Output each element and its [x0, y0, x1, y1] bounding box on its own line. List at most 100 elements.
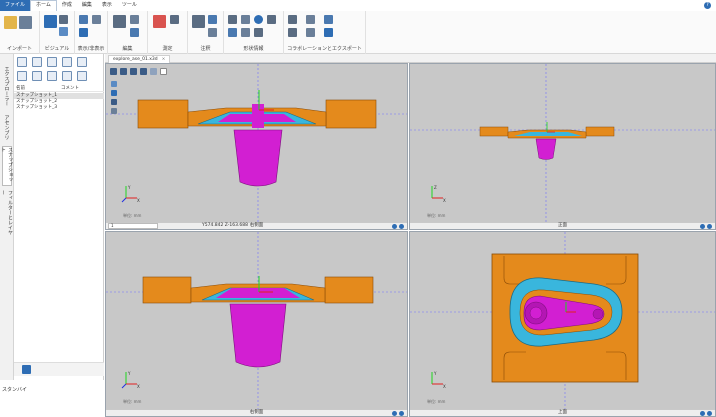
- snapshot-add-icon[interactable]: [17, 57, 27, 67]
- display-mode-icon[interactable]: [130, 68, 137, 75]
- section-tool-icon[interactable]: [150, 68, 157, 75]
- menu-create[interactable]: 作成: [57, 0, 77, 11]
- camera-view-icon[interactable]: [120, 68, 127, 75]
- menu-file[interactable]: ファイル: [0, 0, 31, 11]
- show-icon[interactable]: [79, 15, 88, 24]
- prev-view-icon[interactable]: [392, 411, 397, 416]
- wireframe-icon[interactable]: [59, 15, 68, 24]
- tab-snapshot[interactable]: スナップショット: [0, 146, 13, 186]
- distance-icon[interactable]: [170, 15, 179, 24]
- left-dock-tabs: エクスプローラー アセンブリ スナップショット フィルターとレイヤー: [0, 54, 14, 380]
- snapshot-settings-icon[interactable]: [77, 57, 87, 67]
- delete-icon[interactable]: [113, 15, 126, 28]
- snapshot-delete-icon[interactable]: [47, 57, 57, 67]
- viewport-top-right[interactable]: Z X 単位: mm 正面: [409, 63, 716, 230]
- section-icon[interactable]: [228, 15, 237, 24]
- hide-icon[interactable]: [92, 15, 101, 24]
- view-nav: [700, 411, 712, 416]
- view-name: 右側面: [249, 223, 264, 228]
- prev-view-icon[interactable]: [700, 224, 705, 229]
- snapshot-play-icon[interactable]: [47, 71, 57, 81]
- check-icon[interactable]: [228, 28, 237, 37]
- snapshot-export-icon[interactable]: [62, 71, 72, 81]
- next-view-icon[interactable]: [399, 224, 404, 229]
- part-section-view: [106, 64, 407, 224]
- snapshot-combo[interactable]: 1: [108, 223, 158, 229]
- isolate-icon[interactable]: [79, 28, 88, 37]
- axis-label-y: Y: [127, 185, 131, 190]
- properties-icon[interactable]: [241, 15, 250, 24]
- viewport-footer: 右側面: [106, 409, 407, 416]
- menu-home[interactable]: ホーム: [30, 0, 57, 11]
- mass-icon[interactable]: [241, 28, 250, 37]
- axis-label-z: Z: [434, 185, 437, 190]
- view-name: 正面: [558, 223, 567, 228]
- fit-icon[interactable]: [111, 90, 117, 96]
- next-view-icon[interactable]: [707, 224, 712, 229]
- publish-icon[interactable]: [288, 28, 297, 37]
- folder-icon[interactable]: [22, 365, 31, 374]
- ribbon-group-label: 形状情報: [243, 46, 264, 52]
- axis-label-y: Y: [127, 371, 131, 376]
- hand-icon[interactable]: [111, 81, 117, 87]
- combo-value: 1: [111, 223, 114, 228]
- shading-icon[interactable]: [44, 15, 57, 28]
- unit-label: 単位: mm: [427, 399, 446, 404]
- menu-tools[interactable]: ツール: [117, 0, 142, 11]
- column-name: 名前: [16, 86, 25, 91]
- list-item[interactable]: スナップショット_3: [14, 105, 104, 111]
- blank-icon[interactable]: [160, 68, 167, 75]
- column-comment: コメント: [61, 86, 79, 91]
- menu-icon[interactable]: [110, 68, 117, 75]
- export-icon[interactable]: [324, 15, 333, 24]
- import-icon[interactable]: [19, 16, 32, 29]
- move-icon[interactable]: [130, 28, 139, 37]
- part-side-view: [106, 232, 407, 410]
- snapshot-update-icon[interactable]: [32, 57, 42, 67]
- info-icon[interactable]: [254, 15, 263, 24]
- ribbon-group-label: 編集: [122, 46, 133, 52]
- prev-view-icon[interactable]: [700, 411, 705, 416]
- next-view-icon[interactable]: [399, 411, 404, 416]
- help-icon[interactable]: ?: [704, 2, 711, 9]
- zoom-icon[interactable]: [111, 99, 117, 105]
- menu-view[interactable]: 表示: [97, 0, 117, 11]
- snapshot-panel: 名前 コメント スナップショット_1 スナップショット_2 スナップショット_3: [14, 54, 104, 380]
- snapshot-view-icon[interactable]: [77, 71, 87, 81]
- camera-icon[interactable]: [306, 15, 315, 24]
- snapshot-down-icon[interactable]: [32, 71, 42, 81]
- view-nav: [392, 411, 404, 416]
- axis-triad-icon: Z X: [431, 185, 446, 203]
- copy-icon[interactable]: [130, 15, 139, 24]
- next-view-icon[interactable]: [707, 411, 712, 416]
- move-icon[interactable]: [111, 108, 117, 114]
- interference-icon[interactable]: [254, 28, 263, 37]
- snapshot-up-icon[interactable]: [17, 71, 27, 81]
- note-icon[interactable]: [208, 15, 217, 24]
- annotation-icon[interactable]: [192, 15, 205, 28]
- compare-icon[interactable]: [267, 15, 276, 24]
- share-icon[interactable]: [288, 15, 297, 24]
- snapshot-rename-icon[interactable]: [62, 57, 72, 67]
- view-name: 右側面: [249, 410, 264, 415]
- report-icon[interactable]: [324, 28, 333, 37]
- close-icon[interactable]: ×: [162, 57, 166, 62]
- tab-assembly[interactable]: アセンブリ: [2, 110, 12, 144]
- menu-edit[interactable]: 編集: [77, 0, 97, 11]
- tab-explorer[interactable]: エクスプローラー: [2, 64, 12, 108]
- measure-icon[interactable]: [153, 15, 166, 28]
- viewport-footer: 1 右側面 Y574.842 Z-163.688: [106, 222, 407, 229]
- viewport-bottom-left[interactable]: Y X 単位: mm 右側面: [105, 231, 408, 417]
- prev-view-icon[interactable]: [392, 224, 397, 229]
- viewport-bottom-right[interactable]: Y X 単位: mm 上面: [409, 231, 716, 417]
- dimension-icon[interactable]: [208, 28, 217, 37]
- unit-label: 単位: mm: [427, 213, 446, 218]
- tab-filter-layer[interactable]: フィルターとレイヤー: [0, 190, 13, 238]
- print-icon[interactable]: [306, 28, 315, 37]
- render-mode-icon[interactable]: [59, 27, 68, 36]
- viewport-top-left[interactable]: Y X 単位: mm 1 右側面 Y574.842 Z-163.688: [105, 63, 408, 230]
- document-tab[interactable]: explore_ase_01.x3d ×: [108, 55, 171, 63]
- grid-icon[interactable]: [140, 68, 147, 75]
- view-nav: [700, 224, 712, 229]
- open-folder-icon[interactable]: [4, 16, 17, 29]
